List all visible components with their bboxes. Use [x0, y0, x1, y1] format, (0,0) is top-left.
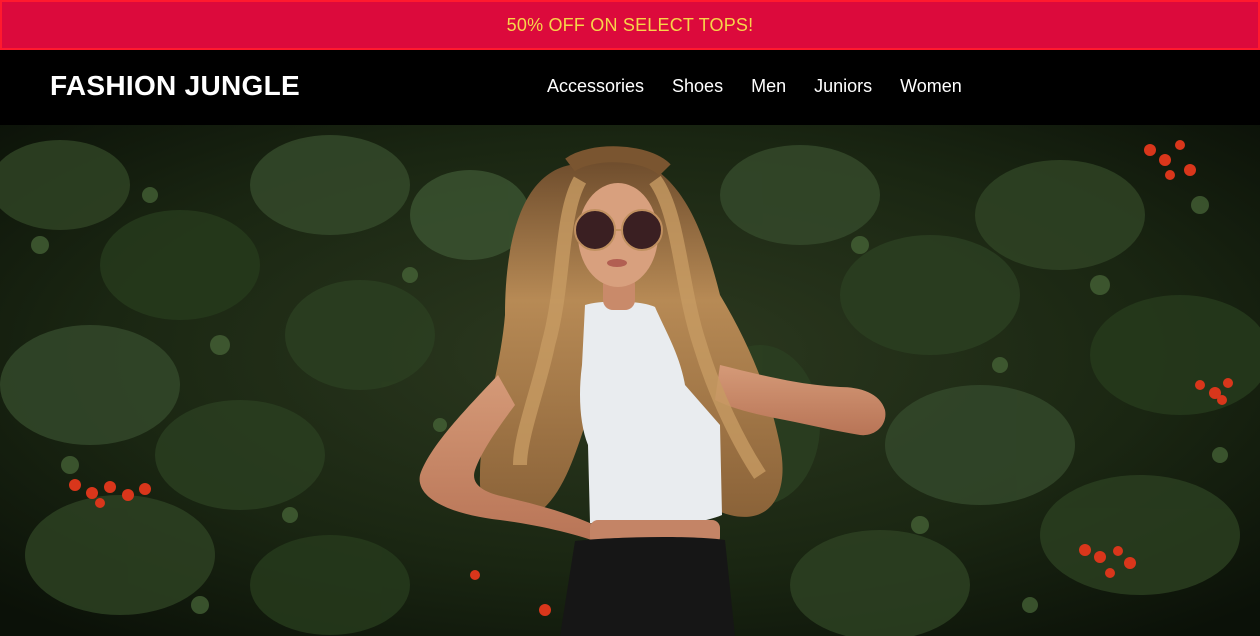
promo-text: 50% OFF ON SELECT TOPS!	[506, 14, 754, 35]
nav-link-accessories[interactable]: Accessories	[547, 75, 644, 97]
hero-photo-illustration	[0, 125, 1260, 636]
site-logo[interactable]: FASHION JUNGLE	[50, 70, 300, 102]
nav-link-men[interactable]: Men	[751, 75, 786, 97]
site-header: FASHION JUNGLE Accessories Shoes Men Jun…	[0, 50, 1260, 125]
nav-link-shoes[interactable]: Shoes	[672, 75, 723, 97]
promo-banner: 50% OFF ON SELECT TOPS!	[0, 0, 1260, 50]
main-nav: Accessories Shoes Men Juniors Women	[547, 75, 962, 97]
hero-image	[0, 125, 1260, 636]
nav-link-juniors[interactable]: Juniors	[814, 75, 872, 97]
nav-link-women[interactable]: Women	[900, 75, 962, 97]
